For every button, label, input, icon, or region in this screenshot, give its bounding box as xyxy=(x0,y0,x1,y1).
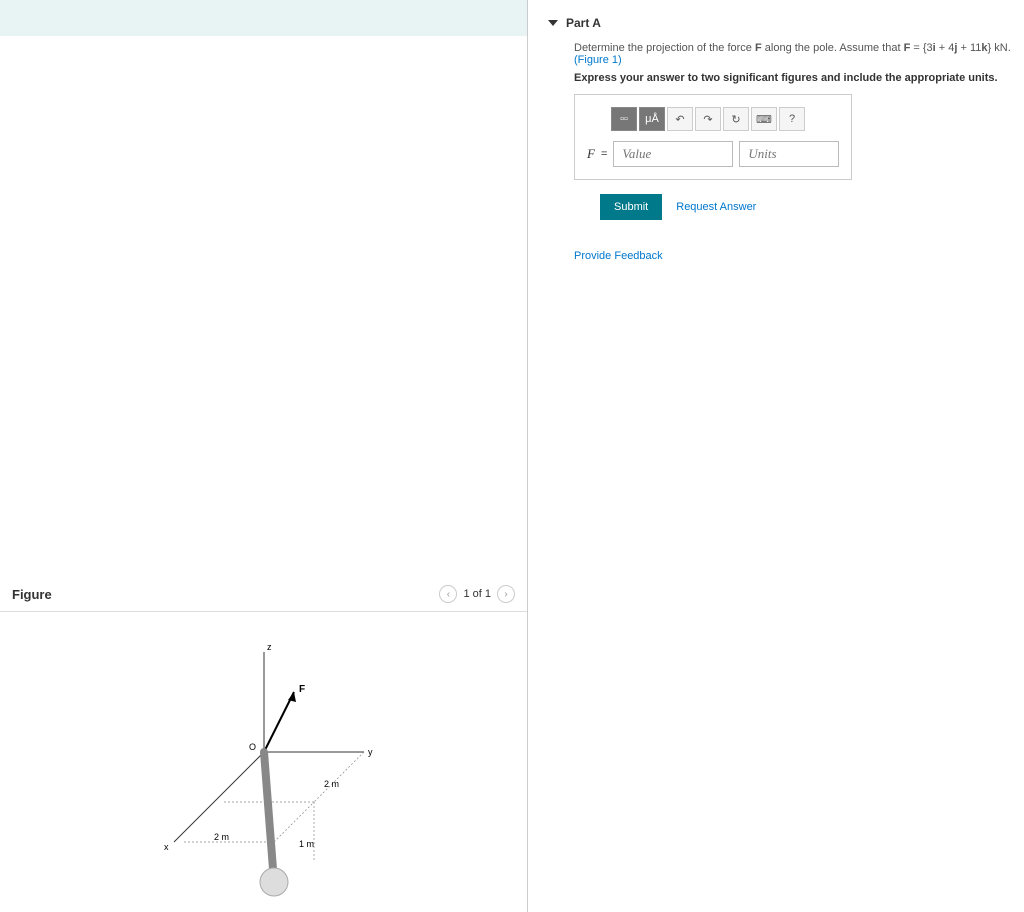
figure-pager: ‹ 1 of 1 › xyxy=(439,585,515,603)
keyboard-button[interactable]: ⌨ xyxy=(751,107,777,131)
left-column: Figure ‹ 1 of 1 › z y x F xyxy=(0,0,528,912)
instruction-text: Express your answer to two significant f… xyxy=(574,72,1024,84)
dim-2m-b: 2 m xyxy=(214,832,229,842)
help-button[interactable]: ? xyxy=(779,107,805,131)
figure-next-button[interactable]: › xyxy=(497,585,515,603)
submit-button[interactable]: Submit xyxy=(600,194,662,220)
dim-1m: 1 m xyxy=(299,839,314,849)
request-answer-link[interactable]: Request Answer xyxy=(676,201,756,213)
origin-label: O xyxy=(249,742,256,752)
axis-y-label: y xyxy=(368,747,373,757)
answer-box: ▫▫ μÅ ↶ ↷ ↻ ⌨ ? F = xyxy=(574,94,852,180)
figure-title: Figure xyxy=(12,587,52,602)
axis-z-label: z xyxy=(267,642,272,652)
dim-2m-a: 2 m xyxy=(324,779,339,789)
undo-button[interactable]: ↶ xyxy=(667,107,693,131)
formatting-toolbar: ▫▫ μÅ ↶ ↷ ↻ ⌨ ? xyxy=(611,107,839,131)
redo-button[interactable]: ↷ xyxy=(695,107,721,131)
part-title: Part A xyxy=(566,16,601,30)
symbols-button[interactable]: μÅ xyxy=(639,107,665,131)
figure-prev-button[interactable]: ‹ xyxy=(439,585,457,603)
equals-sign: = xyxy=(601,148,607,160)
value-input[interactable] xyxy=(613,141,733,167)
units-input[interactable] xyxy=(739,141,839,167)
figure-page-count: 1 of 1 xyxy=(463,588,491,600)
figure-diagram: z y x F O 2 m 2 m xyxy=(114,622,414,902)
provide-feedback-link[interactable]: Provide Feedback xyxy=(574,250,663,262)
right-column: Part A Determine the projection of the f… xyxy=(528,0,1024,912)
reset-button[interactable]: ↻ xyxy=(723,107,749,131)
caret-down-icon xyxy=(548,20,558,26)
part-header[interactable]: Part A xyxy=(548,10,1024,36)
figure-panel: Figure ‹ 1 of 1 › z y x F xyxy=(0,577,527,912)
variable-label: F xyxy=(587,146,595,162)
question-text: Determine the projection of the force F … xyxy=(574,42,1024,66)
templates-button[interactable]: ▫▫ xyxy=(611,107,637,131)
force-label: F xyxy=(299,684,305,695)
figure-body: z y x F O 2 m 2 m xyxy=(0,612,527,912)
axis-x-label: x xyxy=(164,842,169,852)
context-bar xyxy=(0,0,527,36)
figure-link[interactable]: (Figure 1) xyxy=(574,54,622,66)
